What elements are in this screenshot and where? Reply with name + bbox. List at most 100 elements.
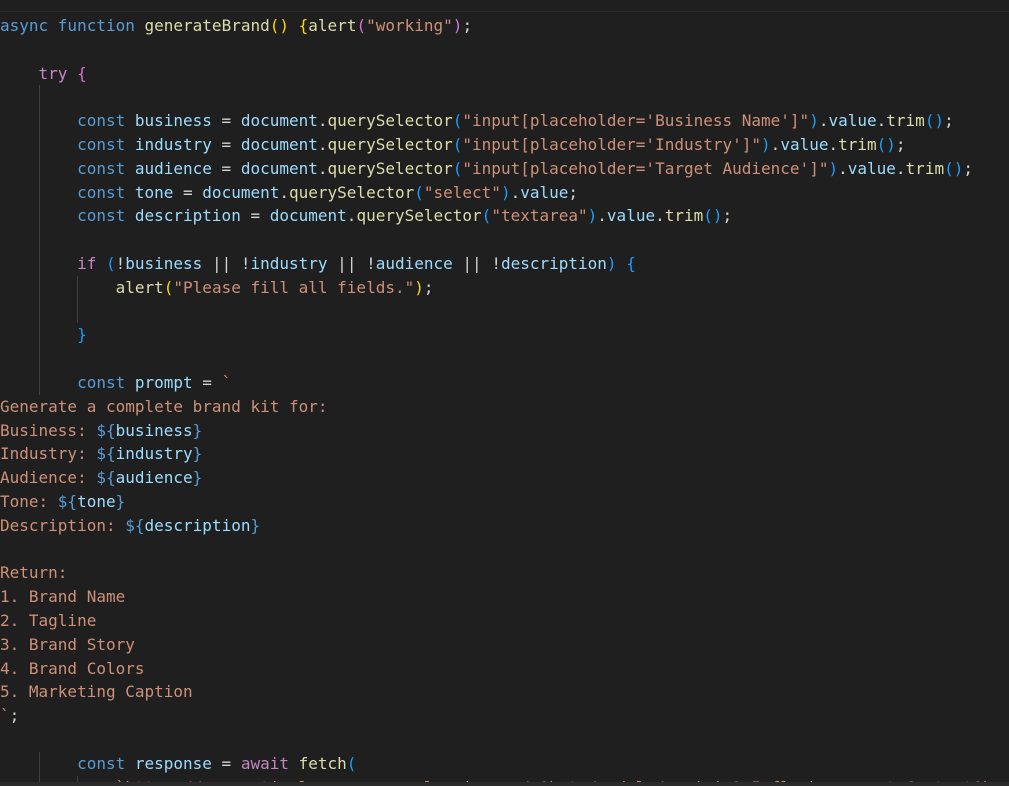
code-token: trim — [905, 158, 945, 178]
code-line[interactable]: Generate a complete brand kit for: — [0, 395, 1009, 419]
code-token: () — [269, 16, 289, 35]
indent-guide — [77, 275, 78, 300]
code-token: { — [77, 63, 87, 83]
code-token: Generate a complete brand kit for: — [0, 396, 328, 416]
code-token: document — [269, 206, 347, 226]
code-token: ${ — [57, 491, 78, 511]
code-token: { — [298, 16, 309, 35]
code-line[interactable]: const response = await fetch( — [0, 751, 1009, 776]
code-token: tone — [77, 491, 116, 511]
code-line[interactable]: try { — [0, 62, 1009, 86]
code-token: ( — [105, 253, 116, 273]
code-token: 1. Brand Name — [0, 587, 126, 607]
code-line[interactable] — [0, 347, 1009, 371]
code-token: . — [828, 134, 839, 154]
code-token: || ! — [452, 253, 501, 273]
indent-guide — [38, 323, 40, 348]
code-line[interactable]: const tone = document.querySelector("sel… — [0, 180, 1009, 205]
code-token: } — [192, 468, 203, 488]
code-token: const — [77, 158, 135, 178]
code-token: = — [240, 206, 270, 226]
code-token: ; — [568, 182, 579, 202]
code-editor[interactable]: async function generateBrand() {alert("w… — [0, 14, 1009, 786]
code-line[interactable] — [0, 38, 1009, 62]
code-token: } — [192, 420, 203, 440]
code-token: = — [211, 753, 241, 773]
code-line[interactable]: Description: ${description} — [0, 514, 1009, 538]
code-token: } — [115, 491, 126, 511]
code-line[interactable]: async function generateBrand() {alert("w… — [0, 14, 1009, 38]
code-line[interactable]: Industry: ${industry} — [0, 442, 1009, 466]
code-line[interactable] — [0, 228, 1009, 252]
code-line[interactable]: if (!business || !industry || !audience … — [0, 251, 1009, 276]
code-line[interactable]: Business: ${business} — [0, 419, 1009, 443]
code-token: value — [520, 182, 569, 202]
code-token: Business: — [0, 420, 97, 440]
code-token: ( — [356, 16, 367, 35]
indent-guide — [38, 132, 40, 157]
code-token: () — [944, 158, 964, 178]
code-token: . — [838, 158, 848, 178]
indent-guide — [38, 228, 40, 252]
code-token: . — [895, 158, 906, 178]
code-token: ${ — [96, 468, 116, 488]
code-line[interactable]: const business = document.querySelector(… — [0, 109, 1009, 133]
code-token: ) — [452, 16, 463, 35]
code-token: 5. Marketing Caption — [0, 682, 193, 702]
code-line[interactable]: const prompt = ` — [0, 370, 1009, 395]
code-token: . — [770, 134, 781, 154]
code-token: async function — [0, 16, 145, 35]
code-line[interactable]: Tone: ${tone} — [0, 490, 1009, 514]
code-line[interactable]: 1. Brand Name — [0, 585, 1009, 609]
code-line[interactable]: 5. Marketing Caption — [0, 680, 1009, 704]
code-token: tone — [134, 182, 174, 202]
code-token: ; — [9, 706, 20, 726]
indent-guide — [38, 109, 40, 133]
code-token: querySelector — [327, 134, 453, 154]
code-token: description — [134, 206, 241, 226]
code-token: Tone: — [0, 491, 58, 511]
indent-guide — [38, 204, 40, 229]
code-token: ; — [895, 134, 906, 154]
code-line[interactable]: Audience: ${audience} — [0, 466, 1009, 490]
code-line[interactable]: 3. Brand Story — [0, 633, 1009, 657]
code-token: value — [606, 206, 656, 226]
code-token: querySelector — [327, 111, 453, 131]
code-token: const — [77, 372, 135, 392]
code-line[interactable]: const description = document.querySelect… — [0, 204, 1009, 229]
code-token: audience — [375, 253, 453, 273]
code-line[interactable]: const industry = document.querySelector(… — [0, 132, 1009, 157]
code-token: try — [38, 63, 68, 83]
indent-guide — [38, 156, 40, 181]
code-token: ) — [587, 206, 598, 226]
code-line[interactable]: const audience = document.querySelector(… — [0, 156, 1009, 181]
code-token: () — [924, 111, 945, 131]
indent-guide — [38, 180, 40, 205]
code-token: industry — [250, 253, 328, 273]
code-token: = — [211, 158, 241, 178]
code-token: "input[placeholder='Industry']" — [462, 134, 762, 154]
code-token: . — [317, 158, 328, 178]
code-line[interactable]: `; — [0, 704, 1009, 728]
code-line[interactable]: } — [0, 323, 1009, 348]
code-line[interactable] — [0, 538, 1009, 562]
indent-guide — [38, 85, 40, 110]
code-line[interactable]: Return: — [0, 561, 1009, 585]
code-token: ! — [115, 253, 126, 273]
horizontal-scrollbar[interactable] — [0, 782, 1009, 786]
code-token: ) — [809, 111, 819, 131]
indent-guide — [38, 275, 40, 300]
code-token: . — [317, 134, 328, 154]
code-token: document — [240, 158, 318, 178]
code-token: description — [500, 253, 607, 273]
code-line[interactable]: alert("Please fill all fields."); — [0, 275, 1009, 300]
code-token: ${ — [96, 420, 116, 440]
code-token: Return: — [0, 563, 68, 583]
code-line[interactable]: 4. Brand Colors — [0, 657, 1009, 681]
code-line[interactable] — [0, 299, 1009, 324]
code-line[interactable] — [0, 85, 1009, 110]
code-token: . — [346, 206, 357, 226]
code-line[interactable]: 2. Tagline — [0, 609, 1009, 633]
code-line[interactable] — [0, 728, 1009, 752]
